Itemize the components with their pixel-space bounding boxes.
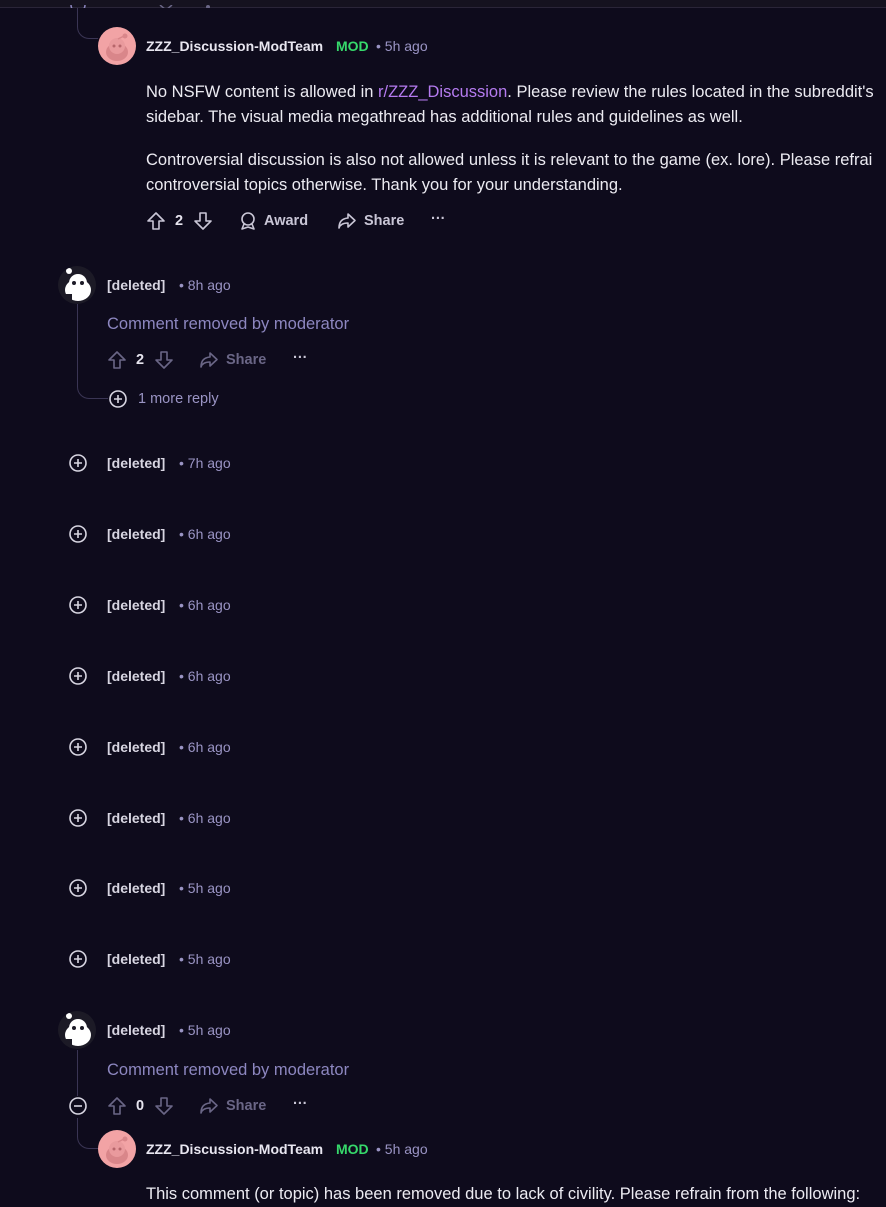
avatar[interactable] xyxy=(98,1130,136,1168)
comment-author: [deleted] xyxy=(107,810,166,826)
vote-count: 0 xyxy=(136,1098,145,1114)
avatar xyxy=(58,266,96,304)
expand-icon[interactable] xyxy=(68,453,88,473)
collapsed-comment[interactable]: [deleted] • 6h ago xyxy=(66,594,366,618)
comment-author: [deleted] xyxy=(107,455,166,471)
downvote-icon[interactable] xyxy=(193,211,213,231)
comment-timestamp[interactable]: • 6h ago xyxy=(179,526,231,542)
thread-connector xyxy=(77,8,98,39)
expand-icon[interactable] xyxy=(108,389,128,409)
comment-timestamp[interactable]: • 5h ago xyxy=(376,1141,428,1157)
downvote-icon[interactable] xyxy=(154,350,174,370)
upvote-icon[interactable] xyxy=(146,211,166,231)
collapse-icon[interactable] xyxy=(68,1096,88,1116)
vote-count: 2 xyxy=(175,213,184,229)
removed-message: Comment removed by moderator xyxy=(107,1061,350,1079)
comment-text: This comment (or topic) has been removed… xyxy=(146,1185,861,1203)
comment-author[interactable]: ZZZ_Discussion-ModTeam xyxy=(146,1141,323,1157)
expand-icon[interactable] xyxy=(68,808,88,828)
collapsed-comment[interactable]: [deleted] • 6h ago xyxy=(66,807,366,831)
thread-connector xyxy=(77,370,108,399)
more-options-button[interactable]: ··· xyxy=(293,350,308,366)
thread-connector xyxy=(77,1118,98,1149)
avatar[interactable] xyxy=(98,27,136,65)
comment-timestamp[interactable]: • 7h ago xyxy=(179,455,231,471)
comment-timestamp[interactable]: • 6h ago xyxy=(179,739,231,755)
comment-author: [deleted] xyxy=(107,739,166,755)
expand-icon[interactable] xyxy=(68,666,88,686)
subreddit-link[interactable]: r/ZZZ_Discussion xyxy=(378,83,507,101)
share-button[interactable]: Share xyxy=(226,1098,266,1114)
collapsed-comment[interactable]: [deleted] • 7h ago xyxy=(66,452,366,476)
comment-text: controversial topics otherwise. Thank yo… xyxy=(146,176,623,194)
expand-icon[interactable] xyxy=(68,737,88,757)
share-icon[interactable] xyxy=(199,350,219,370)
comment-body: Controversial discussion is also not all… xyxy=(146,148,872,198)
comment-timestamp[interactable]: • 6h ago xyxy=(179,668,231,684)
vote-count: 2 xyxy=(136,352,145,368)
comment-author: [deleted] xyxy=(107,880,166,896)
comment-author: [deleted] xyxy=(107,277,166,293)
award-button[interactable]: Award xyxy=(264,213,308,229)
comment-author[interactable]: ZZZ_Discussion-ModTeam xyxy=(146,38,323,54)
award-icon[interactable] xyxy=(238,211,258,231)
more-options-button[interactable]: ··· xyxy=(293,1096,308,1112)
comment-timestamp[interactable]: • 8h ago xyxy=(179,277,231,293)
collapsed-comment[interactable]: [deleted] • 5h ago xyxy=(66,948,366,972)
comment-text: Controversial discussion is also not all… xyxy=(146,151,873,169)
more-options-button[interactable]: ··· xyxy=(431,211,446,227)
comment-author: [deleted] xyxy=(107,526,166,542)
comment-author: [deleted] xyxy=(107,951,166,967)
upvote-icon[interactable] xyxy=(107,1096,127,1116)
comment-timestamp[interactable]: • 5h ago xyxy=(179,951,231,967)
share-icon[interactable] xyxy=(199,1096,219,1116)
collapsed-comment[interactable]: [deleted] • 6h ago xyxy=(66,736,366,760)
comment-body: No NSFW content is allowed in r/ZZZ_Disc… xyxy=(146,80,874,130)
comment-timestamp[interactable]: • 5h ago xyxy=(376,38,428,54)
cut-off-action-row xyxy=(60,0,260,8)
comment-text: . Please review the rules located in the… xyxy=(507,83,874,101)
comment-timestamp[interactable]: • 5h ago xyxy=(179,1022,231,1038)
mod-badge: MOD xyxy=(336,1141,369,1157)
collapsed-comment[interactable]: [deleted] • 5h ago xyxy=(66,877,366,901)
expand-icon[interactable] xyxy=(68,524,88,544)
comment-text: sidebar. The visual media megathread has… xyxy=(146,108,743,126)
comment-author: [deleted] xyxy=(107,1022,166,1038)
comment-timestamp[interactable]: • 6h ago xyxy=(179,597,231,613)
thread-line xyxy=(77,1050,78,1096)
comment-author: [deleted] xyxy=(107,668,166,684)
mod-badge: MOD xyxy=(336,38,369,54)
downvote-icon[interactable] xyxy=(154,1096,174,1116)
comment-author: [deleted] xyxy=(107,597,166,613)
expand-icon[interactable] xyxy=(68,878,88,898)
share-icon[interactable] xyxy=(337,211,357,231)
comment-timestamp[interactable]: • 5h ago xyxy=(179,880,231,896)
upvote-icon[interactable] xyxy=(107,350,127,370)
comment-timestamp[interactable]: • 6h ago xyxy=(179,810,231,826)
collapsed-comment[interactable]: [deleted] • 6h ago xyxy=(66,523,366,547)
collapsed-comment[interactable]: [deleted] • 6h ago xyxy=(66,665,366,689)
expand-icon[interactable] xyxy=(68,595,88,615)
share-button[interactable]: Share xyxy=(226,352,266,368)
comment-text: No NSFW content is allowed in xyxy=(146,83,379,101)
more-replies-link[interactable]: 1 more reply xyxy=(138,391,219,407)
avatar xyxy=(58,1011,96,1049)
expand-icon[interactable] xyxy=(68,949,88,969)
removed-message: Comment removed by moderator xyxy=(107,315,350,333)
share-button[interactable]: Share xyxy=(364,213,404,229)
